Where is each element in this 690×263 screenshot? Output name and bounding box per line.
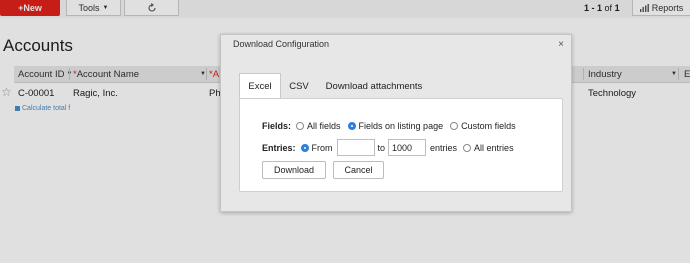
radio-from[interactable]: From — [300, 142, 333, 153]
radio-icon — [296, 122, 305, 130]
from-input[interactable] — [336, 139, 375, 156]
entries-row: Entries: From to 1000 entries All entrie… — [262, 139, 521, 156]
radio-fields-on-listing-page[interactable]: Fields on listing page — [347, 121, 444, 131]
tab-excel[interactable]: Excel — [239, 73, 281, 99]
download-button[interactable]: Download — [262, 161, 326, 179]
cancel-button-label: Cancel — [344, 165, 373, 175]
cancel-button[interactable]: Cancel — [333, 161, 384, 179]
radio-label: From — [311, 142, 333, 153]
to-input[interactable]: 1000 — [388, 139, 427, 156]
download-button-label: Download — [273, 165, 315, 175]
excel-panel: Fields: All fields Fields on listing pag… — [239, 98, 563, 192]
tab-csv[interactable]: CSV — [281, 73, 317, 99]
radio-label: Custom fields — [461, 121, 516, 131]
radio-all-entries[interactable]: All entries — [463, 143, 514, 153]
tab-download-attachments[interactable]: Download attachments — [319, 73, 429, 99]
radio-icon — [450, 122, 459, 130]
dialog-title: Download Configuration — [233, 39, 330, 49]
tab-label: CSV — [289, 80, 309, 92]
entries-unit-label: entries — [430, 142, 458, 153]
radio-all-fields[interactable]: All fields — [296, 121, 341, 131]
radio-label: All entries — [474, 142, 514, 153]
to-label: to — [377, 142, 386, 153]
radio-label: All fields — [307, 121, 341, 131]
fields-row: Fields: All fields Fields on listing pag… — [262, 121, 523, 131]
radio-selected-icon — [347, 122, 356, 130]
tab-label: Download attachments — [325, 80, 423, 92]
entries-label: Entries: — [262, 142, 296, 153]
close-icon[interactable]: × — [558, 39, 564, 50]
radio-custom-fields[interactable]: Custom fields — [450, 121, 516, 131]
fields-label: Fields: — [262, 121, 292, 131]
radio-label: Fields on listing page — [358, 121, 444, 131]
tab-label: Excel — [248, 81, 272, 92]
download-configuration-dialog: Download Configuration × Excel CSV Downl… — [220, 34, 572, 212]
radio-selected-icon — [300, 143, 309, 152]
radio-icon — [463, 143, 472, 152]
